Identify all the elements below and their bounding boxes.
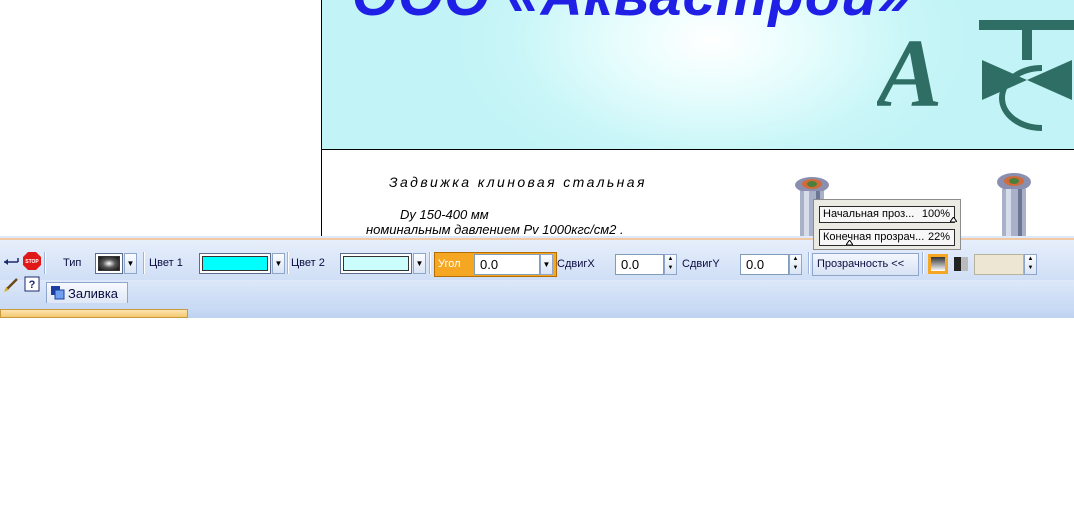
angle-dropdown[interactable]: ▼ xyxy=(540,254,553,275)
shifty-spinner[interactable]: ▲ ▼ xyxy=(789,254,802,275)
end-transparency-label: Конечная прозрач... xyxy=(823,231,925,243)
color1-picker[interactable] xyxy=(199,253,271,274)
shiftx-field[interactable]: 0.0 xyxy=(615,254,664,275)
color2-dropdown[interactable]: ▼ xyxy=(413,253,426,274)
toolbar-separator xyxy=(429,252,431,274)
fill-type-selector[interactable] xyxy=(95,253,123,274)
svg-text:A: A xyxy=(877,20,942,128)
transparency-value-field[interactable] xyxy=(974,254,1024,275)
type-label: Тип xyxy=(63,257,82,269)
color1-dropdown[interactable]: ▼ xyxy=(272,253,285,274)
start-slider-handle[interactable] xyxy=(950,217,957,222)
product-title: Задвижка клиновая стальная xyxy=(389,174,647,190)
brush-icon[interactable] xyxy=(2,274,22,294)
toolbar-separator xyxy=(143,252,145,274)
header-banner[interactable]: ООО «Аквастрой» A xyxy=(322,0,1074,150)
angle-field[interactable]: 0.0 xyxy=(474,254,540,275)
color2-picker[interactable] xyxy=(340,253,412,274)
spec-size: Dy 150-400 мм xyxy=(400,207,489,222)
start-transparency-value: 100% xyxy=(921,208,950,220)
end-slider-handle[interactable] xyxy=(846,240,853,245)
end-transparency-value: 22% xyxy=(927,231,950,243)
end-transparency-slider[interactable]: Конечная прозрач... 22% xyxy=(819,229,955,246)
spec-pressure: номинальным давлением Pv 1000кгс/см2 . xyxy=(366,222,624,237)
gradient-mode-icon[interactable] xyxy=(928,254,948,274)
tab-bar xyxy=(0,280,1074,306)
solid-mode-icon[interactable] xyxy=(951,254,971,274)
toolbar-separator xyxy=(808,252,810,274)
help-icon[interactable]: ? xyxy=(22,274,42,294)
document-page[interactable]: ООО «Аквастрой» A Задвижка клиновая стал… xyxy=(321,0,1074,237)
shifty-field[interactable]: 0.0 xyxy=(740,254,789,275)
shiftx-spinner[interactable]: ▲ ▼ xyxy=(664,254,677,275)
document-tab[interactable] xyxy=(0,309,188,318)
color1-label: Цвет 1 xyxy=(149,257,183,269)
toolbar-separator xyxy=(922,252,924,274)
svg-text:?: ? xyxy=(29,279,36,291)
start-transparency-label: Начальная проз... xyxy=(823,208,915,220)
company-logo: A xyxy=(877,20,1074,131)
company-title: ООО «Аквастрой» xyxy=(352,0,911,29)
toolbar-separator xyxy=(44,252,46,274)
shifty-label: СдвигY xyxy=(682,258,720,270)
valve-image xyxy=(997,173,1031,236)
shiftx-label: СдвигX xyxy=(557,258,595,270)
fill-icon xyxy=(51,286,65,300)
transparency-spinner[interactable]: ▲ ▼ xyxy=(1024,254,1037,275)
transparency-popup: Начальная проз... 100% Конечная прозрач.… xyxy=(813,199,961,250)
transparency-button-label: Прозрачность << xyxy=(817,258,905,270)
arrow-return-icon[interactable] xyxy=(2,252,22,272)
document-margin xyxy=(0,0,321,236)
stop-icon[interactable]: STOP xyxy=(22,251,42,271)
fill-type-dropdown[interactable]: ▼ xyxy=(124,253,137,274)
svg-text:STOP: STOP xyxy=(25,259,39,265)
color2-label: Цвет 2 xyxy=(291,257,325,269)
tab-fill-label: Заливка xyxy=(68,286,119,301)
toolbar-separator xyxy=(287,252,289,274)
start-transparency-slider[interactable]: Начальная проз... 100% xyxy=(819,206,955,223)
angle-label: Угол xyxy=(438,258,461,270)
